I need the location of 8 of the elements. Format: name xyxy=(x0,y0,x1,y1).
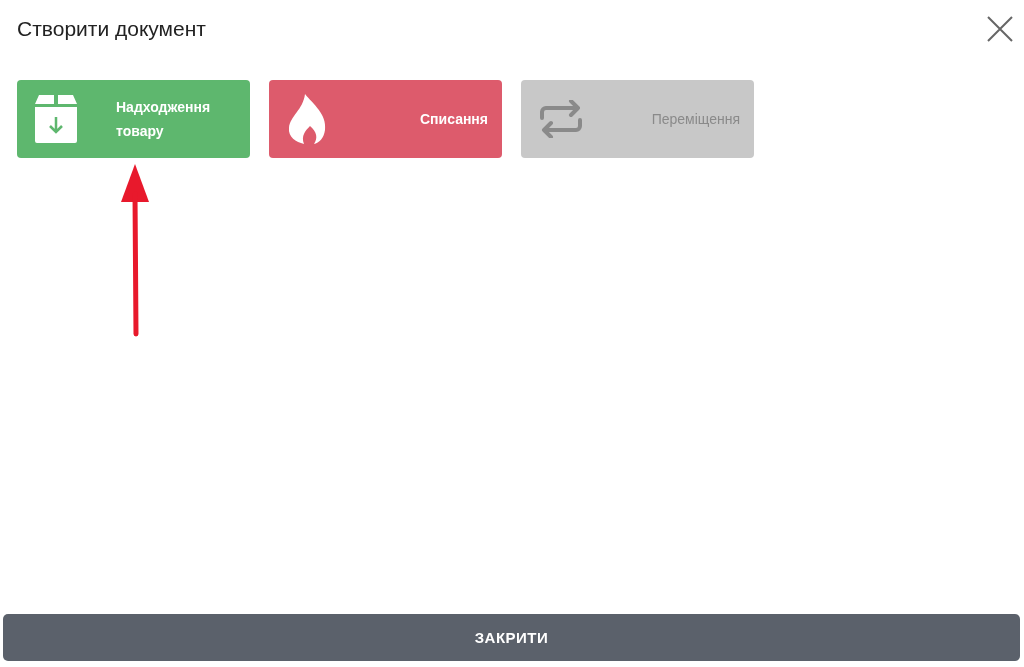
box-download-icon xyxy=(35,95,77,143)
document-type-button[interactable]: Списання xyxy=(269,80,502,158)
document-type-button[interactable]: Надходження товару xyxy=(17,80,250,158)
close-button[interactable]: ЗАКРИТИ xyxy=(3,614,1020,661)
flame-icon xyxy=(287,94,327,144)
close-icon[interactable] xyxy=(986,15,1014,43)
swap-arrows-icon xyxy=(539,100,583,138)
dialog-title: Створити документ xyxy=(17,17,206,41)
